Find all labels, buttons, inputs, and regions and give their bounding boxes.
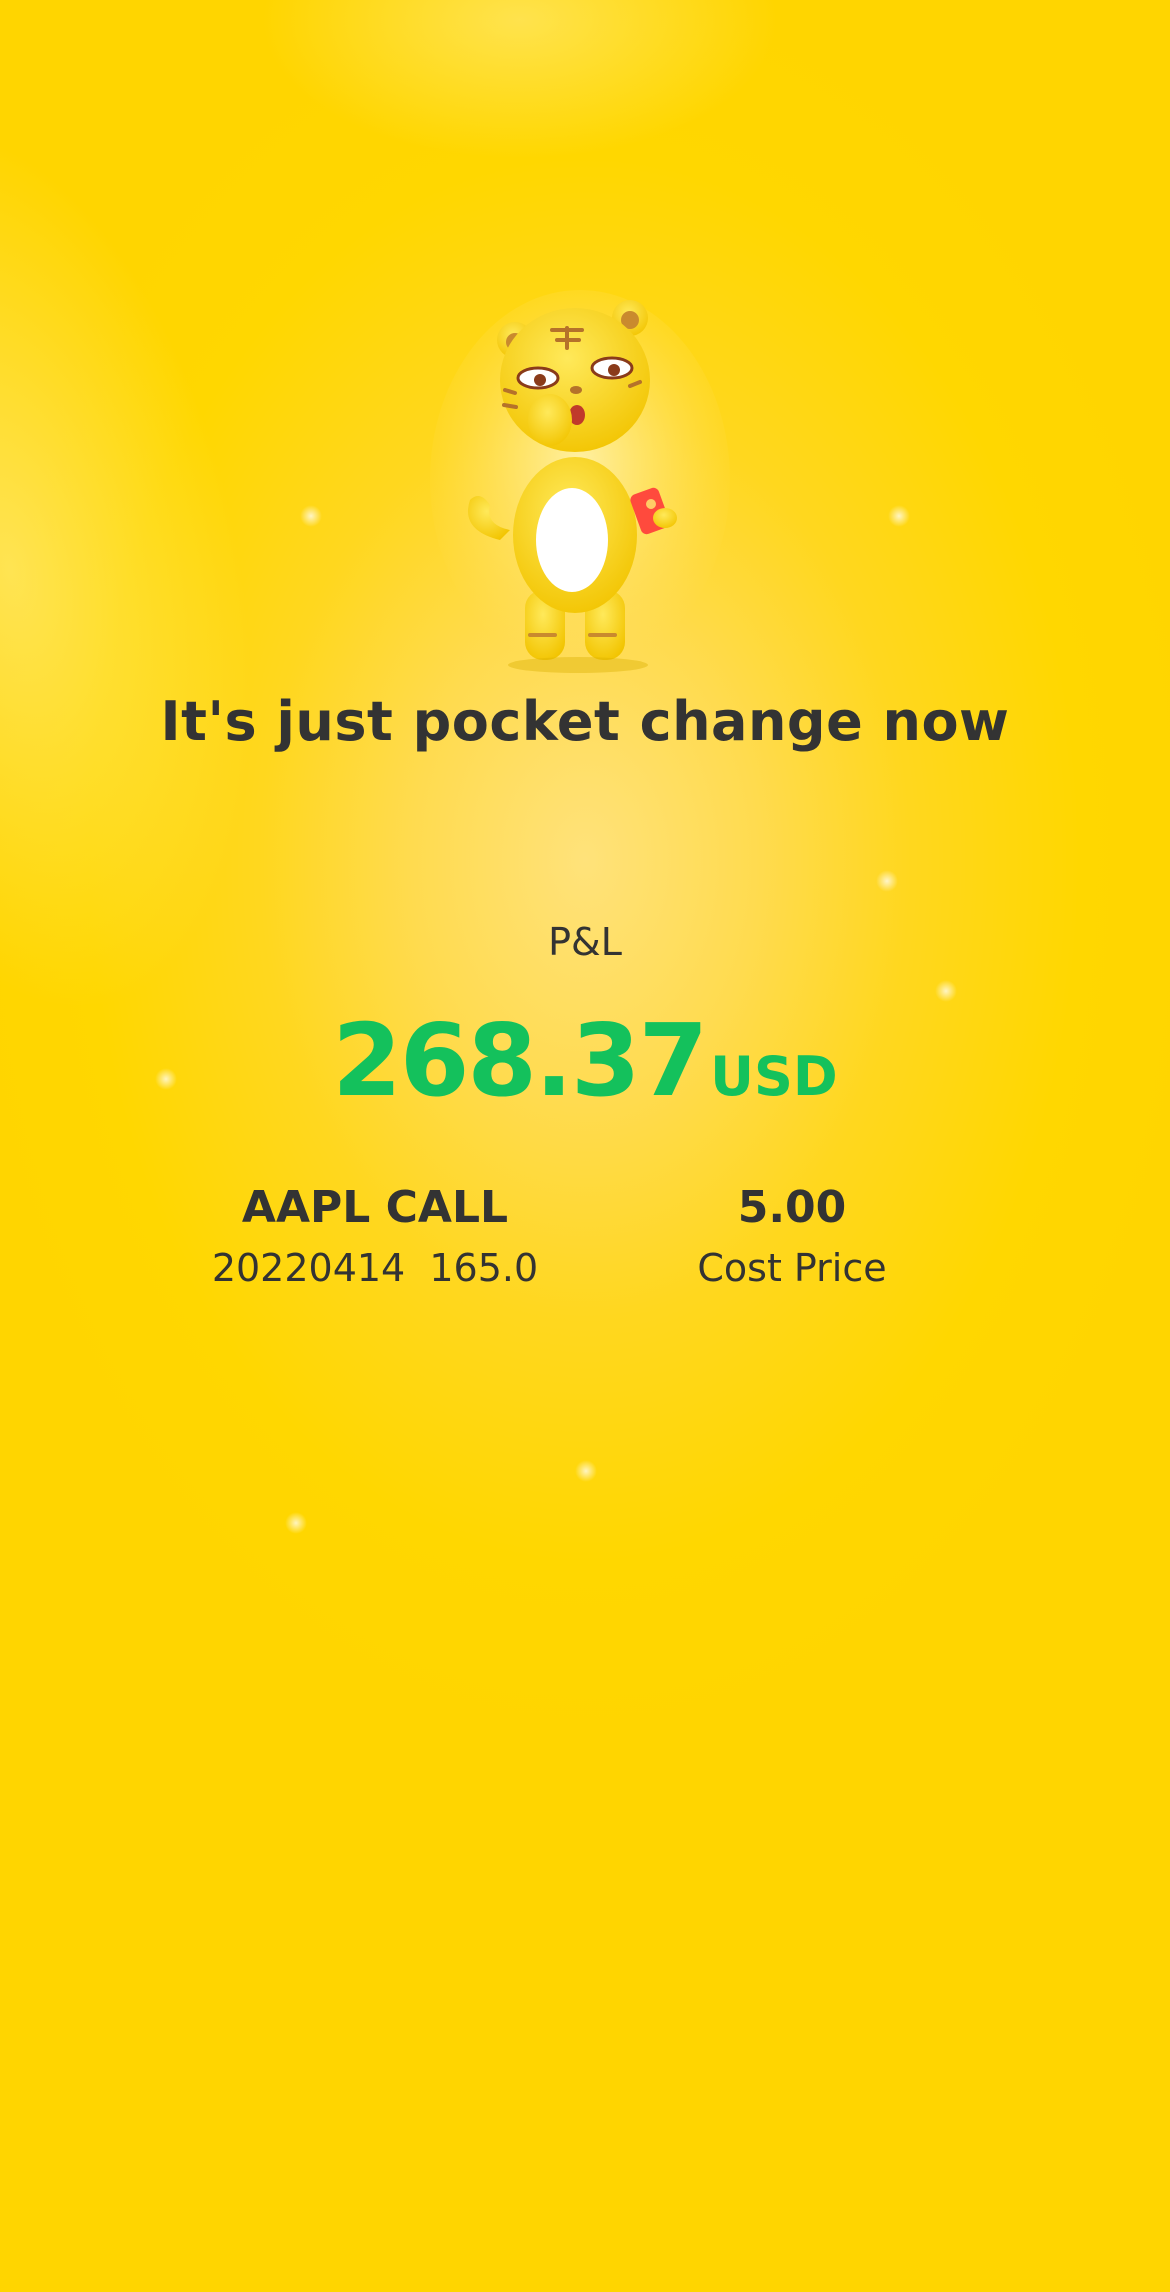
sparkle-icon bbox=[888, 505, 910, 527]
sparkle-icon bbox=[935, 980, 957, 1002]
sparkle-icon bbox=[876, 870, 898, 892]
cost-price-value: 5.00 bbox=[737, 1182, 847, 1233]
background-wisp bbox=[0, 82, 329, 1058]
pnl-currency: USD bbox=[710, 1045, 838, 1108]
headline-text: It's just pocket change now bbox=[160, 690, 1010, 753]
cost-info: 5.00 Cost Price bbox=[592, 1178, 992, 1296]
pnl-label: P&L bbox=[548, 920, 622, 964]
sparkle-icon bbox=[300, 505, 322, 527]
pnl-amount: 268.37 bbox=[332, 1002, 708, 1119]
cost-price-label: Cost Price bbox=[697, 1246, 887, 1290]
share-card-screen: It's just pocket change now P&L 268.37US… bbox=[0, 0, 1170, 2292]
contract-name: AAPL CALL bbox=[241, 1182, 509, 1233]
position-info: AAPL CALL 20220414 165.0 bbox=[175, 1178, 575, 1296]
sparkle-icon bbox=[285, 1512, 307, 1534]
tiger-mascot-icon bbox=[430, 290, 730, 673]
pnl-value: 268.37USD bbox=[0, 1002, 1170, 1119]
sparkle-icon bbox=[575, 1460, 597, 1482]
background-wisp bbox=[260, 0, 780, 160]
expiry-strike: 20220414 165.0 bbox=[211, 1246, 539, 1290]
